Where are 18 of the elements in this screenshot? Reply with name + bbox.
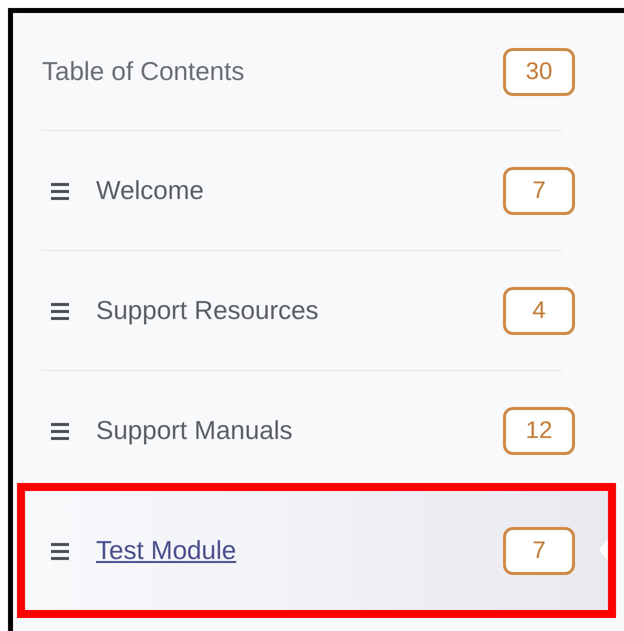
- module-title: Support Manuals: [96, 414, 294, 447]
- pointer-icon: [599, 539, 608, 561]
- count-badge: 7: [503, 166, 575, 214]
- count-badge: 7: [503, 526, 575, 574]
- module-link[interactable]: Test Module: [96, 531, 503, 570]
- module-title: Welcome: [96, 174, 205, 207]
- count-badge: 4: [503, 286, 575, 334]
- module-row[interactable]: Support Resources 4: [25, 251, 608, 370]
- module-title: Support Resources: [96, 294, 320, 327]
- menu-icon: [50, 180, 70, 200]
- count-badge: 30: [503, 48, 575, 96]
- toc-title: Table of Contents: [42, 55, 246, 88]
- menu-icon: [50, 540, 70, 560]
- module-row[interactable]: Support Manuals 12: [25, 371, 608, 490]
- module-row[interactable]: Welcome 7: [25, 131, 608, 250]
- menu-icon: [50, 420, 70, 440]
- menu-icon: [50, 300, 70, 320]
- count-badge: 12: [503, 406, 575, 454]
